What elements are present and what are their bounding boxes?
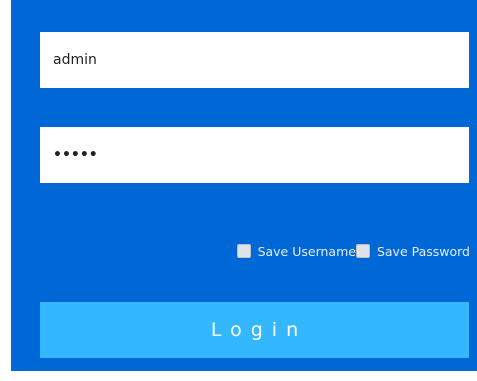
login-options: Save Username Save Password [236, 240, 470, 262]
username-input[interactable] [40, 32, 469, 88]
username-field-container [40, 32, 469, 88]
save-password-label: Save Password [376, 243, 470, 259]
save-password-checkbox[interactable] [355, 244, 370, 258]
save-password-option[interactable]: Save Password [355, 243, 470, 259]
save-username-label: Save Username [257, 243, 356, 259]
save-username-option[interactable]: Save Username [236, 243, 356, 259]
save-username-checkbox[interactable] [236, 244, 251, 258]
login-button[interactable]: Login [40, 302, 469, 358]
password-input[interactable] [40, 127, 469, 183]
password-field-container [40, 127, 469, 183]
